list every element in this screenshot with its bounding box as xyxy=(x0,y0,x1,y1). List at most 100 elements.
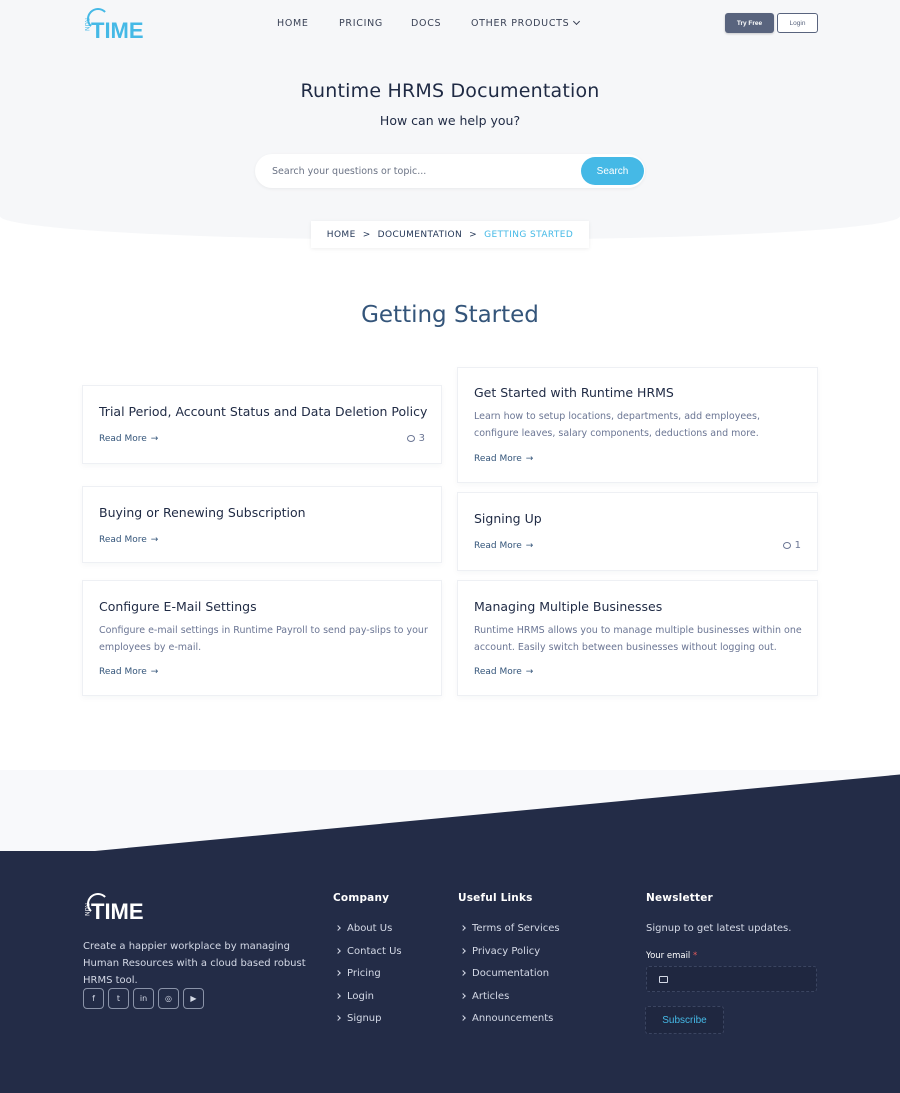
footer-logo[interactable]: RUN TIME xyxy=(83,893,144,923)
article-title[interactable]: Trial Period, Account Status and Data De… xyxy=(99,404,427,419)
arrow-right-icon: → xyxy=(525,541,534,551)
footer-link-label: Announcements xyxy=(472,1013,554,1024)
chevron-right-icon xyxy=(335,970,341,976)
article-title[interactable]: Get Started with Runtime HRMS xyxy=(474,385,674,400)
read-more-link[interactable]: Read More → xyxy=(99,667,158,677)
nav-home[interactable]: HOME xyxy=(277,18,309,29)
read-more-label: Read More xyxy=(99,667,147,677)
footer-link[interactable]: Privacy Policy xyxy=(460,945,560,969)
breadcrumb-documentation[interactable]: DOCUMENTATION xyxy=(378,230,463,240)
breadcrumb-separator: > xyxy=(362,229,371,240)
footer-link[interactable]: Pricing xyxy=(335,968,402,991)
twitter-icon[interactable]: t xyxy=(108,988,129,1009)
arrow-right-icon: → xyxy=(150,535,159,545)
page-subtitle: How can we help you? xyxy=(379,113,521,128)
social-links: f t in ◎ ▶ xyxy=(83,988,204,1009)
breadcrumb-current: GETTING STARTED xyxy=(484,229,574,240)
read-more-label: Read More xyxy=(474,454,522,464)
footer-link-label: About Us xyxy=(347,923,393,934)
chevron-right-icon xyxy=(460,992,466,999)
facebook-icon[interactable]: f xyxy=(83,988,104,1009)
logo-text: TIME xyxy=(91,899,144,924)
arrow-right-icon: → xyxy=(150,667,159,677)
read-more-link[interactable]: Read More → xyxy=(474,667,533,677)
nav-docs[interactable]: DOCS xyxy=(411,18,441,29)
footer-link[interactable]: Documentation xyxy=(460,968,560,991)
search-button[interactable]: Search xyxy=(581,157,644,185)
nav-other-products[interactable]: OTHER PRODUCTS xyxy=(471,17,581,29)
chevron-down-icon xyxy=(573,17,581,26)
instagram-icon[interactable]: ◎ xyxy=(158,988,179,1009)
footer-link-label: Signup xyxy=(347,1013,382,1024)
article-title[interactable]: Buying or Renewing Subscription xyxy=(99,505,306,520)
footer-link-label: Pricing xyxy=(347,968,381,979)
footer-link[interactable]: Articles xyxy=(460,991,560,1014)
footer-company-heading: Company xyxy=(333,892,390,904)
footer-link[interactable]: Login xyxy=(335,990,402,1014)
section-title: Getting Started xyxy=(361,302,539,328)
article-title[interactable]: Configure E-Mail Settings xyxy=(99,599,257,614)
youtube-icon[interactable]: ▶ xyxy=(183,988,204,1009)
comment-count-value: 3 xyxy=(418,433,425,444)
arrow-right-icon: → xyxy=(525,667,534,677)
footer-link[interactable]: Signup xyxy=(335,1013,402,1036)
footer-link-label: Documentation xyxy=(472,968,550,979)
comment-icon xyxy=(406,435,415,442)
try-free-button[interactable]: Try Free xyxy=(725,13,774,33)
article-card[interactable]: Signing Up Read More → 1 xyxy=(457,492,818,571)
comment-count-value: 1 xyxy=(794,540,801,551)
linkedin-icon[interactable]: in xyxy=(133,988,154,1009)
footer-link-label: Terms of Services xyxy=(472,923,560,934)
article-card[interactable]: Managing Multiple Businesses Runtime HRM… xyxy=(457,580,818,696)
article-description: Configure e-mail settings in Runtime Pay… xyxy=(99,625,428,653)
read-more-link[interactable]: Read More → xyxy=(99,535,158,545)
email-field[interactable] xyxy=(646,966,817,992)
login-button[interactable]: Login xyxy=(777,13,818,33)
nav-other-products-label: OTHER PRODUCTS xyxy=(471,18,570,29)
footer-link[interactable]: About Us xyxy=(335,923,402,946)
footer-link[interactable]: Terms of Services xyxy=(460,923,560,946)
chevron-right-icon xyxy=(460,925,466,931)
required-mark: * xyxy=(693,951,698,961)
chevron-right-icon xyxy=(335,947,341,954)
chevron-right-icon xyxy=(335,992,341,999)
article-description: Runtime HRMS allows you to manage multip… xyxy=(474,625,802,653)
article-title[interactable]: Signing Up xyxy=(474,511,542,526)
read-more-link[interactable]: Read More → xyxy=(474,541,533,551)
subscribe-button[interactable]: Subscribe xyxy=(645,1006,724,1034)
footer: RUN TIME Create a happier workplace by m… xyxy=(0,851,900,1093)
logo-text: TIME xyxy=(91,18,144,43)
read-more-label: Read More xyxy=(474,667,522,677)
email-label: Your email * xyxy=(646,951,697,961)
read-more-link[interactable]: Read More → xyxy=(99,434,158,444)
article-title[interactable]: Managing Multiple Businesses xyxy=(474,599,662,614)
article-card[interactable]: Configure E-Mail Settings Configure e-ma… xyxy=(82,580,442,696)
read-more-label: Read More xyxy=(99,434,147,444)
comment-icon xyxy=(782,542,791,549)
article-card[interactable]: Trial Period, Account Status and Data De… xyxy=(82,385,442,464)
footer-description: Create a happier workplace by managing H… xyxy=(83,941,306,986)
footer-useful-links: Terms of Services Privacy Policy Documen… xyxy=(460,923,560,1036)
arrow-right-icon: → xyxy=(150,434,159,444)
comment-count: 1 xyxy=(782,540,801,551)
article-card[interactable]: Get Started with Runtime HRMS Learn how … xyxy=(457,367,818,483)
read-more-link[interactable]: Read More → xyxy=(474,454,533,464)
article-card[interactable]: Buying or Renewing Subscription Read Mor… xyxy=(82,486,442,563)
email-label-text: Your email xyxy=(646,951,691,961)
footer-company-links: About Us Contact Us Pricing Login Signup xyxy=(335,923,402,1036)
footer-link[interactable]: Announcements xyxy=(460,1013,560,1036)
footer-link[interactable]: Contact Us xyxy=(335,945,402,969)
breadcrumb: HOME > DOCUMENTATION > GETTING STARTED xyxy=(311,221,589,248)
chevron-right-icon xyxy=(335,1015,341,1021)
footer-link-label: Login xyxy=(347,990,374,1002)
logo-small-text: RUN xyxy=(83,903,90,917)
logo[interactable]: RUN TIME xyxy=(83,8,144,42)
footer-link-label: Contact Us xyxy=(347,945,402,957)
nav-pricing[interactable]: PRICING xyxy=(339,18,383,29)
comment-count: 3 xyxy=(406,433,425,444)
footer-link-label: Privacy Policy xyxy=(472,945,541,957)
search-input[interactable] xyxy=(272,154,572,188)
chevron-right-icon xyxy=(460,947,466,954)
chevron-right-icon xyxy=(460,970,466,976)
breadcrumb-home[interactable]: HOME xyxy=(327,230,356,240)
